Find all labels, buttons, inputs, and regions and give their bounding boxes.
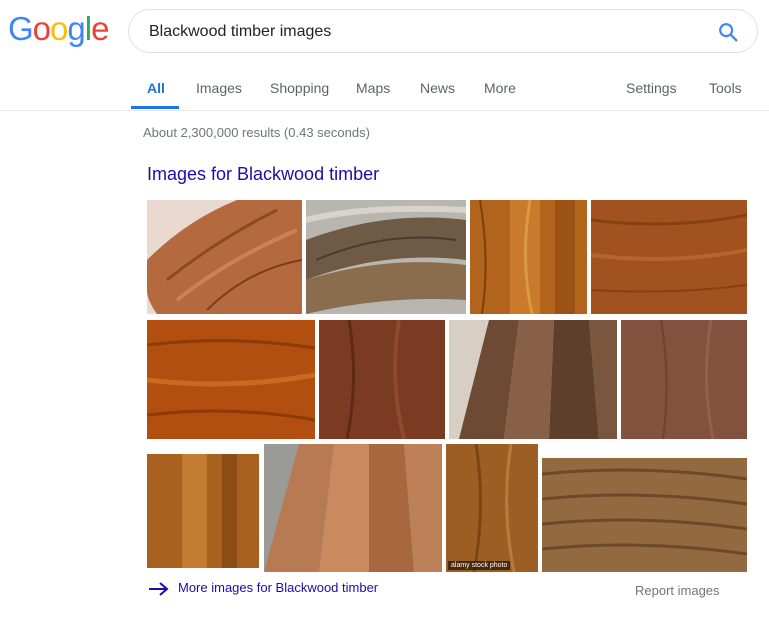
wood-grain-image: [446, 444, 538, 572]
results-stats: About 2,300,000 results (0.43 seconds): [143, 125, 370, 140]
search-icon: [719, 23, 738, 42]
tab-shopping[interactable]: Shopping: [270, 80, 329, 96]
tab-news[interactable]: News: [420, 80, 455, 96]
wood-boards-image: [264, 444, 442, 572]
google-logo[interactable]: Google: [8, 10, 109, 48]
image-thumbnail[interactable]: [542, 444, 747, 572]
tab-tools[interactable]: Tools: [709, 80, 742, 96]
wood-grain-image: [147, 454, 259, 568]
wood-grain-image: [319, 320, 445, 439]
more-images-label: More images for Blackwood timber: [178, 580, 379, 595]
logo-letter: g: [67, 10, 85, 47]
tab-settings[interactable]: Settings: [626, 80, 677, 96]
tab-more[interactable]: More: [484, 80, 516, 96]
search-tabs: All Images Shopping Maps News More Setti…: [0, 68, 769, 111]
image-thumbnail[interactable]: [621, 320, 747, 439]
wood-grain-image: [591, 200, 747, 314]
image-thumbnail[interactable]: [147, 454, 259, 568]
image-watermark: alamy stock photo: [448, 561, 511, 570]
search-button[interactable]: [717, 21, 739, 43]
wood-slab-image: [147, 200, 302, 314]
tab-all[interactable]: All: [147, 80, 165, 96]
logo-letter: o: [32, 10, 51, 47]
active-tab-indicator: [131, 106, 179, 109]
more-images-link[interactable]: More images for Blackwood timber: [148, 580, 378, 597]
image-thumbnail[interactable]: [319, 320, 445, 439]
tab-maps[interactable]: Maps: [356, 80, 390, 96]
logo-letter: G: [8, 10, 34, 47]
search-input[interactable]: [147, 20, 711, 44]
image-pack-heading[interactable]: Images for Blackwood timber: [147, 164, 379, 185]
image-thumbnail[interactable]: [470, 200, 587, 314]
image-thumbnail[interactable]: [264, 444, 442, 572]
logo-letter: o: [50, 10, 68, 47]
arrow-right-icon: [149, 581, 169, 596]
wood-grain-image: [470, 200, 587, 314]
image-thumbnail[interactable]: [591, 200, 747, 314]
image-thumbnail[interactable]: [306, 200, 466, 314]
wood-slabs-image: [306, 200, 466, 314]
wood-grain-image: [621, 320, 747, 439]
image-thumbnail[interactable]: [449, 320, 617, 439]
logo-letter: e: [91, 10, 109, 47]
image-thumbnail[interactable]: [147, 320, 315, 439]
tab-images[interactable]: Images: [196, 80, 242, 96]
wood-boards-image: [449, 320, 617, 439]
wood-grain-ruler-image: [542, 444, 747, 572]
image-thumbnail[interactable]: alamy stock photo: [446, 444, 538, 572]
image-thumbnail[interactable]: [147, 200, 302, 314]
search-box: [128, 9, 758, 53]
report-images-link[interactable]: Report images: [635, 583, 720, 598]
wood-grain-image: [147, 320, 315, 439]
